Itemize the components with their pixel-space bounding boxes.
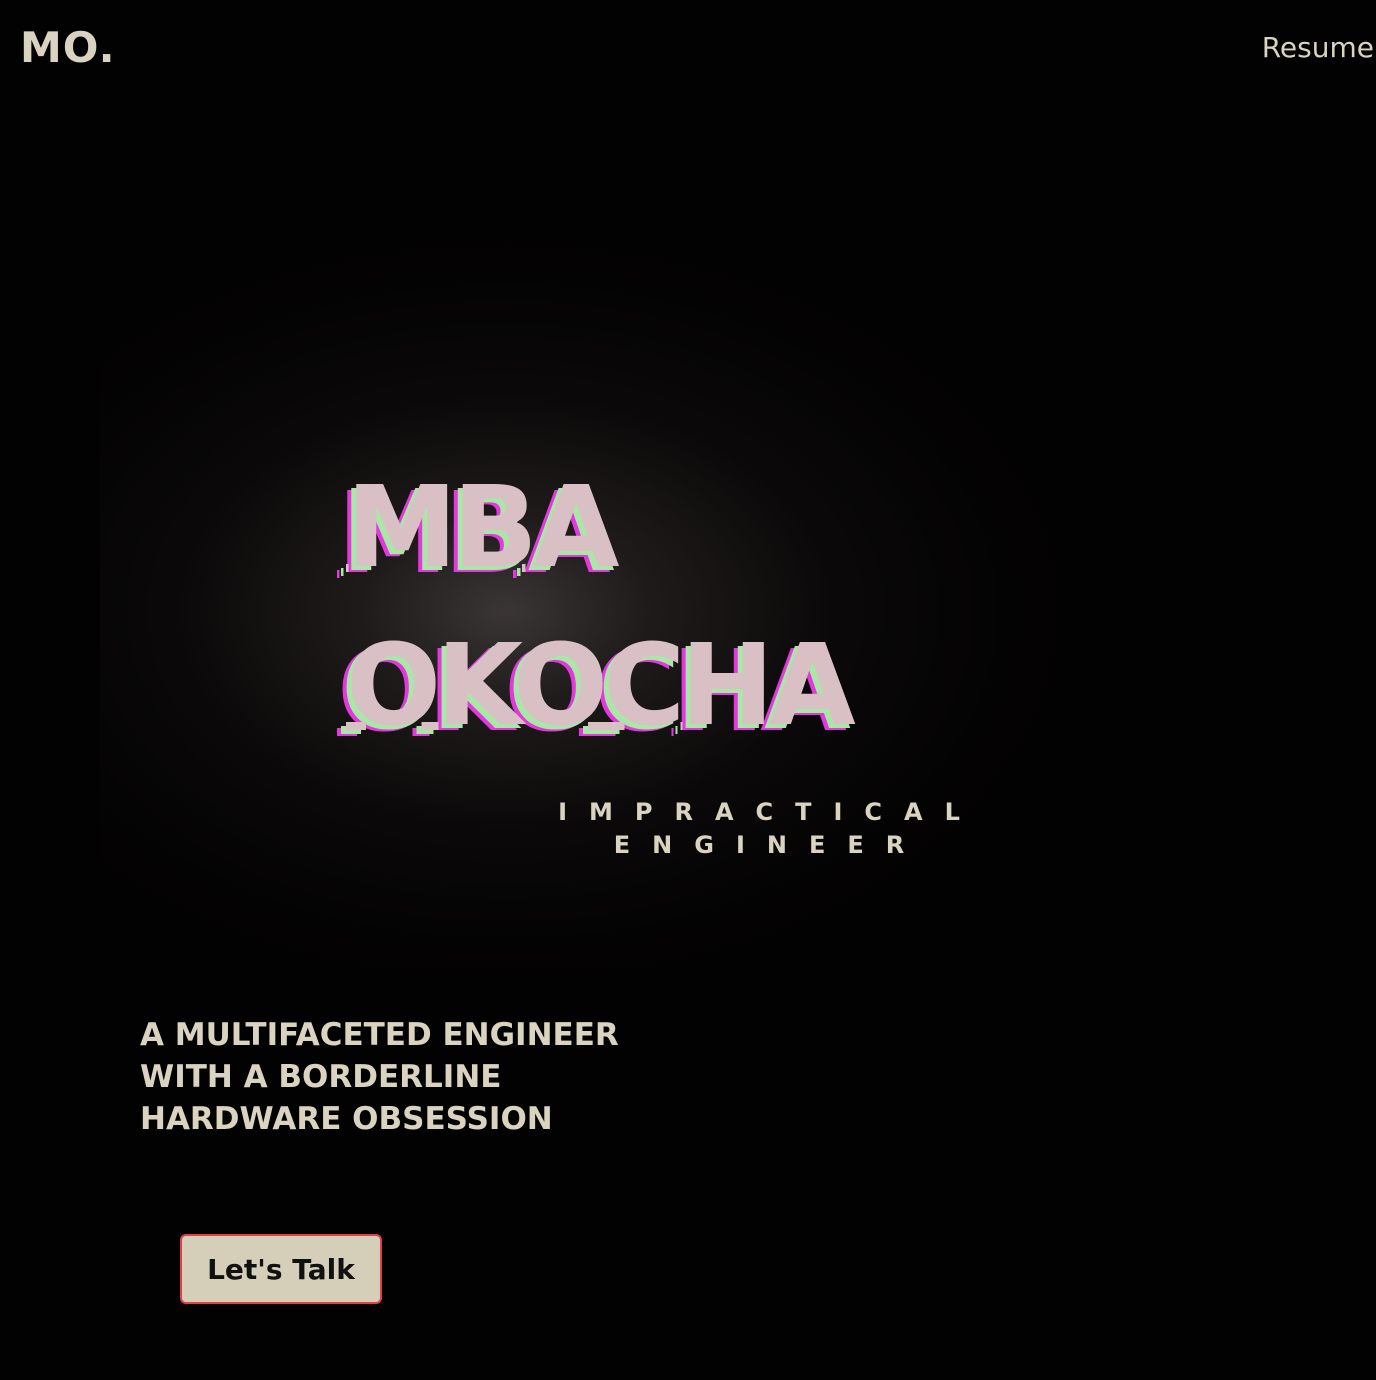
hero-name-first: MBA — [346, 463, 619, 593]
bio-statement: A MULTIFACETED ENGINEER WITH A BORDERLIN… — [140, 1014, 700, 1140]
hero-tagline: IMPRACTICAL ENGINEER — [520, 796, 1020, 862]
nav-link-resume[interactable]: Resume — [1262, 30, 1374, 66]
tagline-line-1: IMPRACTICAL — [558, 798, 982, 826]
bio-line-1: A MULTIFACETED ENGINEER — [140, 1017, 619, 1053]
site-logo[interactable]: MO. — [20, 20, 116, 76]
bio-line-3: HARDWARE OBSESSION — [140, 1101, 553, 1137]
bio-line-2: WITH A BORDERLINE — [140, 1059, 502, 1095]
tagline-line-2: ENGINEER — [613, 831, 927, 859]
lets-talk-button[interactable]: Let's Talk — [180, 1234, 382, 1304]
hero-name-last: OKOCHA — [346, 621, 856, 751]
